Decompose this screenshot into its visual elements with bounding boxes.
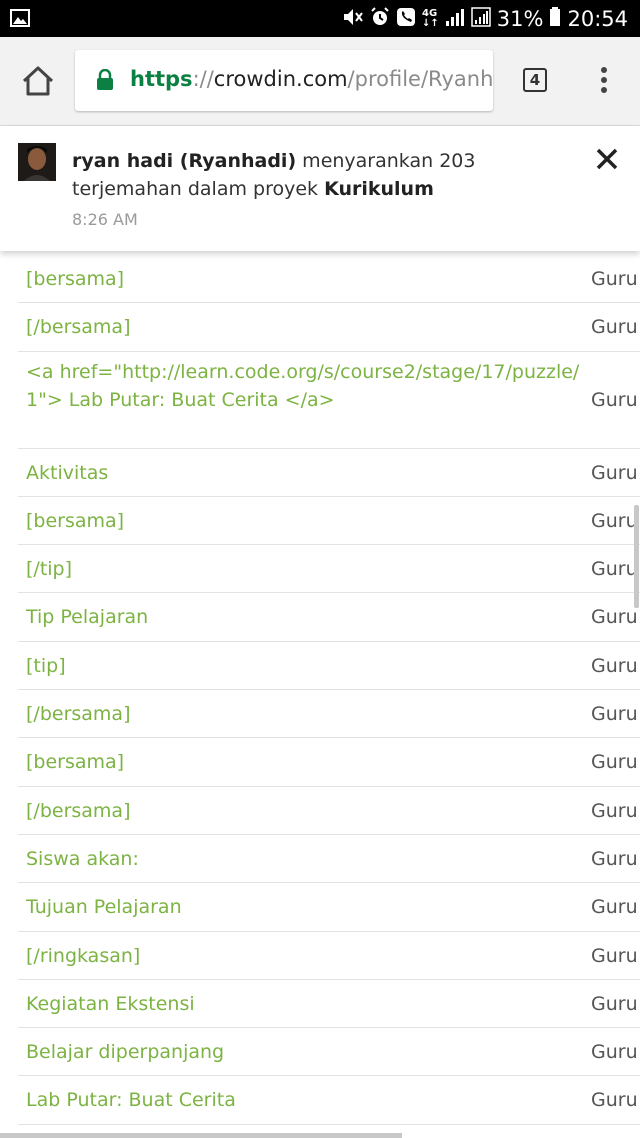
close-icon [596,148,618,170]
translation-text: Guru [591,703,638,726]
source-string-link[interactable]: Lab Putar: Buat Cerita [26,1086,586,1114]
url-scheme: https [130,67,193,91]
list-item[interactable]: Belajar diperpanjang Guru [18,1028,640,1077]
tab-count: 4 [529,71,541,89]
source-string-link[interactable]: [tip] [26,652,586,680]
signal-icon-2 [471,6,491,31]
translation-text: Guru [591,558,638,581]
notification-time: 8:26 AM [72,210,138,229]
translation-text: Guru [591,1041,638,1064]
source-string-link[interactable]: [/bersama] [26,797,586,825]
string-list: [bersama] Guru [/bersama] Guru <a href="http… [18,255,640,1125]
avatar [18,143,56,181]
source-string-link[interactable]: [bersama] [26,265,586,293]
translation-text: Guru [591,1089,638,1112]
network-label: 4G [422,7,438,19]
notification-message: ryan hadi (Ryanhadi) menyarankan 203 ter… [72,147,582,203]
home-icon [22,66,54,96]
list-item[interactable]: [bersama] Guru [18,738,640,787]
url-separator: :// [192,67,214,91]
status-icons: 4G ↓↑ 31% 20:54 [342,0,628,37]
home-button[interactable] [20,64,56,98]
signal-icon [445,7,465,31]
list-item[interactable]: [bersama] Guru [18,255,640,304]
address-bar[interactable]: https://crowdin.com/profile/Ryanh [75,50,493,111]
list-item[interactable]: [tip] Guru [18,642,640,691]
close-button[interactable] [594,146,620,172]
translation-text: Guru [591,461,638,484]
translation-text: Guru [591,388,638,411]
source-string-link[interactable]: [/bersama] [26,313,586,341]
battery-icon [549,6,561,31]
translation-text: Guru [591,896,638,919]
list-item[interactable]: Tujuan Pelajaran Guru [18,883,640,932]
list-item[interactable]: [/ringkasan] Guru [18,932,640,980]
source-string-link[interactable]: Aktivitas [26,459,586,487]
notification-user: ryan hadi (Ryanhadi) [72,150,297,172]
source-string-link[interactable]: <a href="http://learn.code.org/s/course2… [26,358,586,414]
list-item[interactable]: [/tip] Guru [18,545,640,594]
notification-project: Kurikulum [324,178,434,200]
url-host: crowdin.com [213,67,348,91]
source-string-link[interactable]: Tujuan Pelajaran [26,893,586,921]
vertical-scrollbar[interactable] [634,505,639,608]
list-item[interactable]: [/bersama] Guru [18,303,640,352]
notification-banner[interactable]: ryan hadi (Ryanhadi) menyarankan 203 ter… [0,126,640,251]
translation-text: Guru [591,847,638,870]
source-string-link[interactable]: [/ringkasan] [26,942,586,970]
mute-icon [342,7,364,31]
url-path: /profile/Ryanh [347,67,493,91]
source-string-link[interactable]: Tip Pelajaran [26,603,586,631]
list-item[interactable]: Tip Pelajaran Guru [18,593,640,642]
translation-text: Guru [591,992,638,1015]
source-string-link[interactable]: [bersama] [26,748,586,776]
list-item[interactable]: [bersama] Guru [18,497,640,546]
battery-percent: 31% [496,6,544,31]
horizontal-scrollbar[interactable] [0,1133,402,1138]
translation-text: Guru [591,944,638,967]
list-item[interactable]: [/bersama] Guru [18,787,640,835]
translation-text: Guru [591,751,638,774]
list-item[interactable]: Kegiatan Ekstensi Guru [18,980,640,1029]
translation-text: Guru [591,268,638,290]
alarm-icon [370,6,390,31]
more-vert-icon[interactable] [598,67,610,97]
lock-icon [96,68,114,95]
translation-text: Guru [591,799,638,822]
clock: 20:54 [567,6,628,31]
translation-text: Guru [591,509,638,532]
list-item[interactable]: [/bersama] Guru [18,690,640,739]
source-string-link[interactable]: Kegiatan Ekstensi [26,990,586,1018]
source-string-link[interactable]: [bersama] [26,507,586,535]
source-string-link[interactable]: [/tip] [26,555,586,583]
translation-text: Guru [591,654,638,677]
network-type: 4G ↓↑ [422,7,439,29]
gallery-icon [10,9,30,31]
list-item[interactable]: Siswa akan: Guru [18,835,640,884]
tabs-button[interactable]: 4 [523,68,547,92]
status-bar: 4G ↓↑ 31% 20:54 [0,0,640,37]
browser-toolbar: https://crowdin.com/profile/Ryanh 4 [0,37,640,126]
list-item[interactable]: Lab Putar: Buat Cerita Guru [18,1076,640,1125]
source-string-link[interactable]: Belajar diperpanjang [26,1038,586,1066]
translation-text: Guru [591,316,638,339]
translation-text: Guru [591,606,638,629]
url-text[interactable]: https://crowdin.com/profile/Ryanh [130,65,493,93]
phone-icon [396,7,416,31]
list-item[interactable]: <a href="http://learn.code.org/s/course2… [18,352,640,449]
list-item[interactable]: Aktivitas Guru [18,449,640,497]
source-string-link[interactable]: Siswa akan: [26,845,586,873]
source-string-link[interactable]: [/bersama] [26,700,586,728]
